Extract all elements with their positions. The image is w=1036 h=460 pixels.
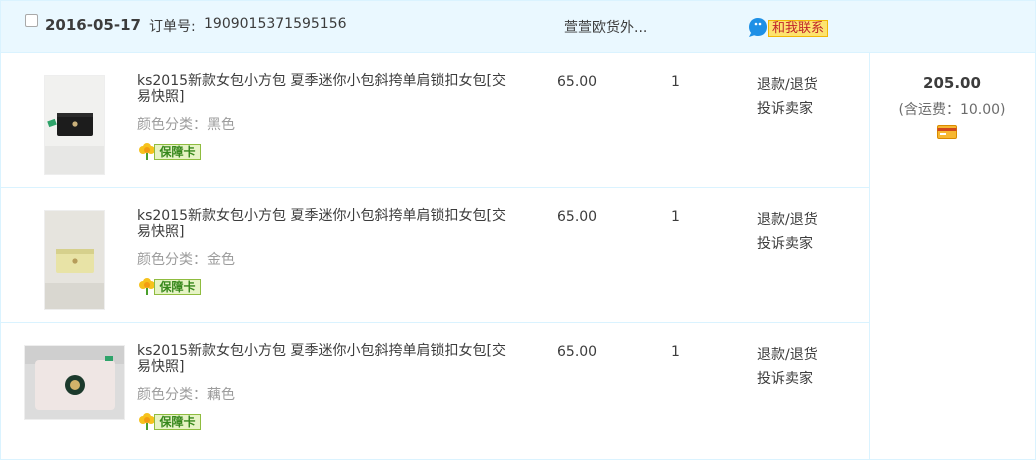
complain-seller-link[interactable]: 投诉卖家	[757, 368, 813, 388]
order-body: ks2015新款女包小方包 夏季迷你小包斜挎单肩锁扣女包[交易快照] 颜色分类：…	[0, 53, 1036, 460]
refund-return-link[interactable]: 退款/退货	[757, 74, 818, 94]
order-item: ks2015新款女包小方包 夏季迷你小包斜挎单肩锁扣女包[交易快照] 颜色分类：…	[1, 188, 869, 323]
order-total-column: 205.00 (含运费：10.00)	[869, 53, 1035, 459]
guarantee-card-badge[interactable]: 保障卡	[137, 276, 203, 296]
product-image[interactable]	[44, 210, 105, 310]
order-header: 2016-05-17 订单号: 1909015371595156 萱萱欧货外..…	[0, 0, 1036, 53]
shop-name-link[interactable]: 萱萱欧货外...	[564, 17, 647, 37]
order-item: ks2015新款女包小方包 夏季迷你小包斜挎单肩锁扣女包[交易快照] 颜色分类：…	[1, 323, 869, 458]
product-title-link[interactable]: ks2015新款女包小方包 夏季迷你小包斜挎单肩锁扣女包[交易快照]	[137, 208, 517, 240]
order-checkbox[interactable]	[25, 14, 38, 27]
order-items: ks2015新款女包小方包 夏季迷你小包斜挎单肩锁扣女包[交易快照] 颜色分类：…	[1, 53, 869, 459]
refund-return-link[interactable]: 退款/退货	[757, 344, 818, 364]
refund-return-link[interactable]: 退款/退货	[757, 209, 818, 229]
product-image[interactable]	[44, 75, 105, 175]
complain-seller-link[interactable]: 投诉卖家	[757, 98, 813, 118]
card-icon[interactable]	[937, 125, 957, 139]
guarantee-card-label: 保障卡	[154, 144, 201, 160]
shipping-fee: (含运费：10.00)	[898, 102, 1006, 118]
complain-seller-link[interactable]: 投诉卖家	[757, 233, 813, 253]
quantity: 1	[671, 74, 680, 90]
product-title-link[interactable]: ks2015新款女包小方包 夏季迷你小包斜挎单肩锁扣女包[交易快照]	[137, 73, 517, 105]
product-sku: 颜色分类：藕色	[137, 387, 235, 403]
guarantee-card-label: 保障卡	[154, 279, 201, 295]
product-sku: 颜色分类：金色	[137, 252, 235, 268]
unit-price: 65.00	[557, 74, 598, 90]
order-date: 2016-05-17	[45, 16, 141, 34]
guarantee-card-badge[interactable]: 保障卡	[137, 141, 203, 161]
product-title-link[interactable]: ks2015新款女包小方包 夏季迷你小包斜挎单肩锁扣女包[交易快照]	[137, 343, 517, 375]
unit-price: 65.00	[557, 344, 598, 360]
contact-seller-label: 和我联系	[768, 20, 829, 37]
order-card: 2016-05-17 订单号: 1909015371595156 萱萱欧货外..…	[0, 0, 1036, 460]
product-image[interactable]	[24, 345, 125, 420]
order-item: ks2015新款女包小方包 夏季迷你小包斜挎单肩锁扣女包[交易快照] 颜色分类：…	[1, 53, 869, 188]
product-sku: 颜色分类：黑色	[137, 117, 235, 133]
unit-price: 65.00	[557, 209, 598, 225]
order-number: 1909015371595156	[204, 16, 347, 32]
order-total: 205.00	[923, 74, 981, 92]
quantity: 1	[671, 209, 680, 225]
guarantee-card-badge[interactable]: 保障卡	[137, 411, 203, 431]
guarantee-card-label: 保障卡	[154, 414, 201, 430]
chat-bubble-icon	[749, 18, 767, 37]
order-number-label: 订单号:	[149, 19, 196, 35]
quantity: 1	[671, 344, 680, 360]
